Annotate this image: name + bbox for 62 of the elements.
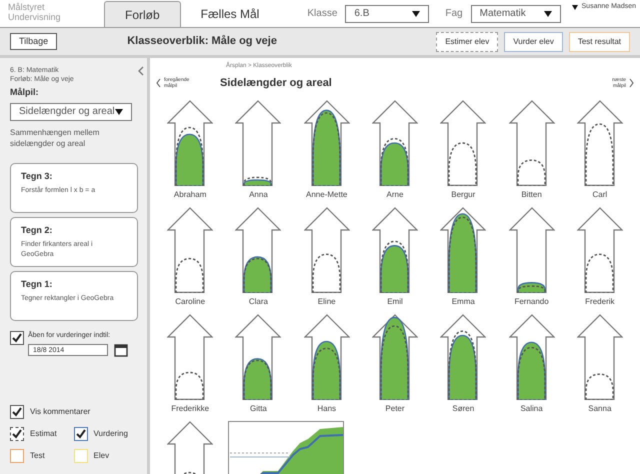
- student-name: Sanna: [588, 402, 612, 414]
- action-button[interactable]: Test resultat: [568, 32, 630, 52]
- student-name: Søren: [452, 402, 474, 414]
- caret-icon: [115, 108, 123, 114]
- app-title: Målstyret Undervisning: [7, 1, 62, 22]
- chevron-left-icon: [156, 78, 161, 88]
- calendar-icon[interactable]: [114, 343, 128, 357]
- student-name: Emil: [387, 296, 403, 308]
- tab[interactable]: Forløb: [104, 1, 181, 27]
- student-name: Peter: [385, 402, 405, 414]
- student-name: Frederik: [585, 296, 615, 308]
- action-button[interactable]: Estimer elev: [436, 32, 498, 52]
- student-name: Anna: [249, 188, 268, 200]
- filter-label: Klasse: [307, 7, 338, 21]
- checkbox[interactable]: [10, 405, 24, 419]
- student-name: Carl: [592, 188, 608, 200]
- back-button[interactable]: Tilbage: [10, 33, 58, 50]
- checkbox-label: Estimat: [30, 428, 57, 440]
- checkbox-label: Test: [30, 450, 45, 462]
- filter-label: Fag: [445, 7, 463, 21]
- caret-icon: [412, 10, 420, 16]
- sign-title: Tegn 2:: [21, 224, 54, 237]
- student-name: Fernando: [514, 296, 549, 308]
- student-name: Bitten: [521, 188, 542, 200]
- student-name: Gitta: [250, 402, 267, 414]
- check-icon: [12, 429, 22, 439]
- student-name: Hans: [317, 402, 336, 414]
- tab[interactable]: Fælles Mål: [180, 1, 280, 27]
- chevron-right-icon: [629, 78, 634, 88]
- checkbox-label: Vurdering: [94, 428, 128, 440]
- goal-dropdown[interactable]: Sidelængder og areal: [10, 102, 132, 120]
- student-name: Frederikke: [171, 402, 210, 414]
- check-icon: [12, 332, 22, 342]
- student-name: Caroline: [175, 296, 206, 308]
- dropdown[interactable]: 6.B: [345, 4, 430, 22]
- student-name: Bergur: [451, 188, 476, 200]
- student-name: Anne-Mette: [306, 188, 348, 200]
- checkbox[interactable]: [10, 427, 24, 441]
- caret-icon: [544, 10, 552, 16]
- goal-description: Sammenhængen mellem sidelængder og areal: [10, 126, 100, 148]
- student-name: Eline: [318, 296, 336, 308]
- caret-icon: [572, 4, 578, 10]
- checkbox[interactable]: [74, 427, 88, 441]
- checkbox-label: Vis kommentarer: [30, 406, 90, 418]
- dropdown[interactable]: Matematik: [470, 4, 561, 22]
- student-name: Emma: [452, 296, 475, 308]
- checkbox-label: Elev: [94, 450, 110, 462]
- sign-title: Tegn 3:: [21, 170, 54, 183]
- checkbox[interactable]: [10, 330, 24, 344]
- student-name: Salina: [520, 402, 543, 414]
- action-button[interactable]: Vurder elev: [504, 32, 563, 52]
- check-icon: [12, 407, 22, 417]
- sign-title: Tegn 1:: [21, 278, 54, 291]
- student-name: Abraham: [174, 188, 206, 200]
- collapse-icon[interactable]: [138, 66, 144, 76]
- student-name: Arne: [386, 188, 404, 200]
- goal-label: Målpil:: [10, 86, 40, 99]
- page-title: Klasseoverblik: Måle og veje: [127, 34, 277, 50]
- goal-title: Sidelængder og areal: [220, 76, 332, 91]
- student-name: Clara: [248, 296, 268, 308]
- checkbox[interactable]: [10, 449, 24, 463]
- check-icon: [76, 429, 86, 439]
